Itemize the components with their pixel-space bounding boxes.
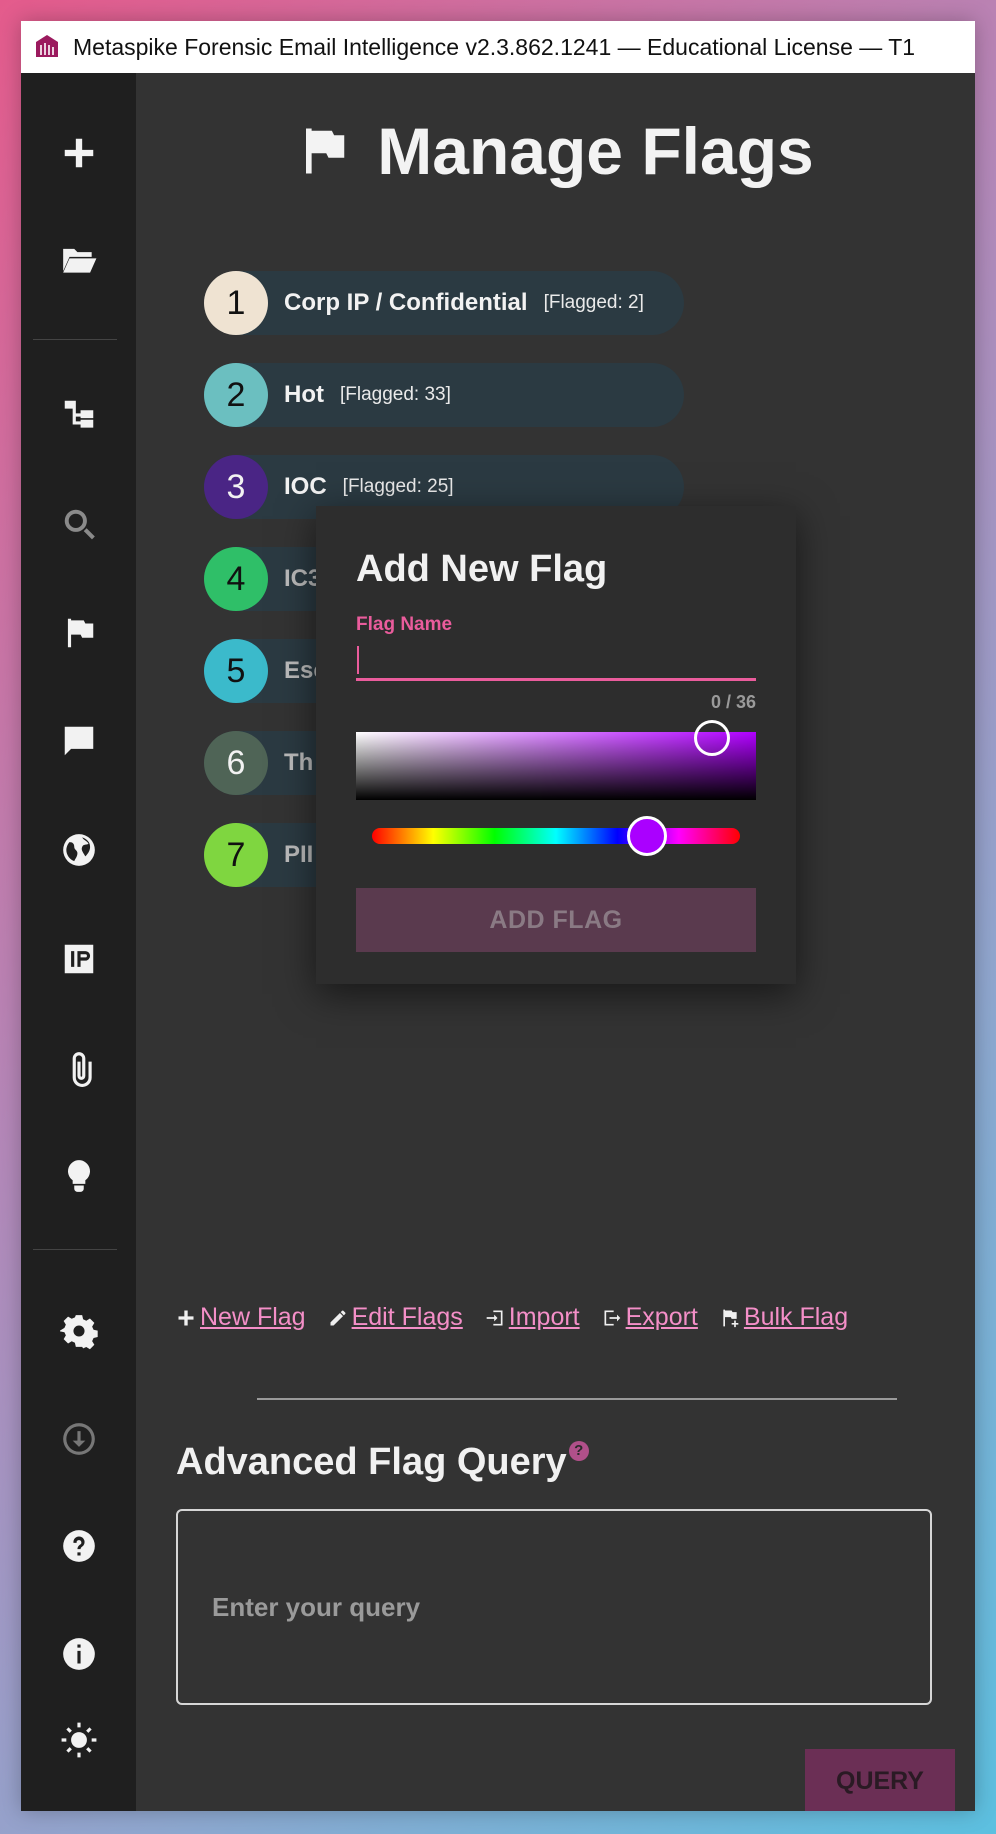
flag-number-badge: 2 xyxy=(204,363,268,427)
flag-name: PII xyxy=(284,841,314,868)
app-logo-icon xyxy=(36,35,58,57)
bulk-flag-label: Bulk Flag xyxy=(743,1303,849,1331)
flag-number-badge: 6 xyxy=(204,731,268,795)
plus-icon xyxy=(64,138,93,168)
query-input[interactable] xyxy=(176,1509,932,1705)
flag-name: IOC xyxy=(284,473,327,500)
import-label: Import xyxy=(508,1303,580,1331)
sidebar-item-about[interactable] xyxy=(21,1619,136,1689)
flag-name: Hot xyxy=(284,381,324,408)
bulk-flag-icon xyxy=(723,1309,739,1327)
app-window: Metaspike Forensic Email Intelligence v2… xyxy=(21,21,975,1811)
help-badge-icon[interactable]: ? xyxy=(568,1441,589,1461)
flag-number-badge: 3 xyxy=(204,455,268,519)
download-icon xyxy=(62,1423,95,1455)
page-title: Manage Flags xyxy=(136,113,975,189)
edit-flags-link[interactable]: Edit Flags xyxy=(328,1303,463,1332)
hue-slider[interactable] xyxy=(372,828,740,844)
sidebar-item-help[interactable] xyxy=(21,1511,136,1581)
paperclip-icon xyxy=(72,1052,92,1087)
sidebar-item-settings[interactable] xyxy=(21,1296,136,1366)
text-caret xyxy=(357,646,359,674)
hue-slider-handle[interactable] xyxy=(627,816,667,856)
sidebar-item-attachments[interactable] xyxy=(21,1033,136,1103)
flag-name: Th xyxy=(284,749,314,776)
export-link[interactable]: Export xyxy=(602,1303,698,1332)
advanced-query-title-text: Advanced Flag Query xyxy=(176,1441,567,1483)
pencil-icon xyxy=(330,1310,346,1325)
sidebar-item-globe[interactable] xyxy=(21,815,136,885)
theme-toggle-button[interactable] xyxy=(21,1705,136,1775)
info-icon xyxy=(62,1638,95,1670)
dialog-title: Add New Flag xyxy=(356,548,608,590)
export-label: Export xyxy=(625,1303,698,1331)
open-case-button[interactable] xyxy=(21,225,136,295)
chat-icon xyxy=(64,726,93,756)
query-button[interactable]: QUERY xyxy=(805,1749,955,1811)
lightbulb-icon xyxy=(67,1160,90,1192)
character-counter: 0 / 36 xyxy=(710,692,756,712)
flag-name: Corp IP / Confidential xyxy=(284,289,528,316)
sidebar-item-search[interactable] xyxy=(21,489,136,559)
title-bar: Metaspike Forensic Email Intelligence v2… xyxy=(21,21,975,73)
flag-number-badge: 1 xyxy=(204,271,268,335)
globe-icon xyxy=(62,834,95,866)
advanced-query-title: Advanced Flag Query? xyxy=(176,1441,589,1484)
ip-icon xyxy=(64,944,93,974)
import-icon xyxy=(486,1310,503,1325)
flag-item[interactable]: 1 Corp IP / Confidential [Flagged: 2] xyxy=(204,271,684,335)
sidebar-item-flags[interactable] xyxy=(21,598,136,668)
sidebar-divider xyxy=(33,339,117,340)
gear-icon xyxy=(59,1315,98,1350)
edit-flags-label: Edit Flags xyxy=(351,1303,463,1331)
flag-icon xyxy=(306,128,345,174)
window-title: Metaspike Forensic Email Intelligence v2… xyxy=(73,33,916,60)
flag-count: [Flagged: 33] xyxy=(339,384,451,405)
flag-count: [Flagged: 2] xyxy=(543,292,644,313)
flag-icon xyxy=(67,618,93,648)
bulk-flag-link[interactable]: Bulk Flag xyxy=(720,1303,848,1332)
sidebar-item-download[interactable] xyxy=(21,1404,136,1474)
saturation-value-handle[interactable] xyxy=(694,720,730,756)
sidebar-item-comments[interactable] xyxy=(21,706,136,776)
export-icon xyxy=(604,1310,620,1325)
help-icon xyxy=(62,1530,95,1562)
flag-number-badge: 7 xyxy=(204,823,268,887)
sidebar-item-ip[interactable] xyxy=(21,924,136,994)
flag-count: [Flagged: 25] xyxy=(342,476,454,497)
search-icon xyxy=(64,509,95,540)
flag-number-badge: 4 xyxy=(204,547,268,611)
flag-item[interactable]: 2 Hot [Flagged: 33] xyxy=(204,363,684,427)
flag-actions: New Flag Edit Flags Import Export Bulk F… xyxy=(176,1303,870,1332)
brightness-icon xyxy=(61,1722,96,1758)
tree-icon xyxy=(64,400,93,428)
page-title-text: Manage Flags xyxy=(377,114,814,188)
sidebar-item-tree[interactable] xyxy=(21,380,136,450)
main-content: Manage Flags 1 Corp IP / Confidential [F… xyxy=(136,73,975,1811)
new-case-button[interactable] xyxy=(21,118,136,188)
sidebar-divider xyxy=(33,1249,117,1250)
import-link[interactable]: Import xyxy=(485,1303,580,1332)
section-divider xyxy=(257,1398,897,1400)
flag-name-label: Flag Name xyxy=(356,614,453,635)
add-flag-button[interactable]: ADD FLAG xyxy=(356,888,756,952)
flag-number-badge: 5 xyxy=(204,639,268,703)
folder-open-icon xyxy=(62,248,96,273)
new-flag-link[interactable]: New Flag xyxy=(176,1303,306,1332)
sidebar xyxy=(21,73,136,1811)
sidebar-item-insights[interactable] xyxy=(21,1141,136,1211)
add-flag-dialog: Add New Flag Flag Name 0 / 36 ADD FLAG xyxy=(316,506,796,984)
new-flag-label: New Flag xyxy=(200,1303,306,1331)
flag-name-input[interactable] xyxy=(356,642,756,681)
plus-icon xyxy=(178,1310,194,1325)
